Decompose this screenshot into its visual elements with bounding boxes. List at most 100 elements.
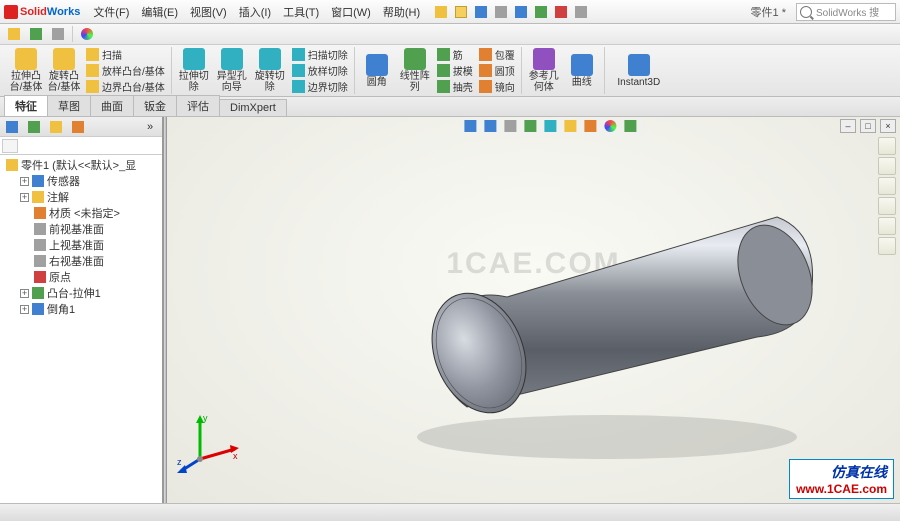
menu-insert[interactable]: 插入(I) [234,2,276,22]
tab-sheetmetal[interactable]: 钣金 [133,95,177,116]
dome-button[interactable]: 圆顶 [477,63,517,78]
plane-icon [34,239,46,251]
linear-pattern-button[interactable]: 线性阵列 [397,47,433,95]
coordinate-triad[interactable]: y x z [175,409,245,479]
tab-evaluate[interactable]: 评估 [176,95,220,116]
qat-print-icon[interactable] [493,4,509,20]
boundary-cut-button[interactable]: 边界切除 [290,79,350,94]
qb-assembly-icon[interactable] [6,26,22,42]
menu-edit[interactable]: 编辑(E) [136,2,183,22]
tab-sketch[interactable]: 草图 [47,95,91,116]
sweep-button[interactable]: 扫描 [84,47,167,62]
instant3d-button[interactable]: Instant3D [609,47,669,95]
sb-expand-icon[interactable]: » [142,119,158,135]
menu-file[interactable]: 文件(F) [88,2,134,22]
tree-item-sensors[interactable]: +传感器 [2,173,160,189]
wrap-button[interactable]: 包覆 [477,47,517,62]
tab-surface[interactable]: 曲面 [90,95,134,116]
qat-rebuild-icon[interactable] [553,4,569,20]
rib-button[interactable]: 筋 [435,47,475,62]
qat-select-icon[interactable] [533,4,549,20]
sb-icon-4[interactable] [70,119,86,135]
expand-icon[interactable]: + [20,193,29,202]
menu-tools[interactable]: 工具(T) [278,2,324,22]
expand-icon[interactable]: + [20,177,29,186]
view-orient-icon[interactable] [544,120,560,136]
window-buttons: – □ × [840,119,896,133]
app-title: SolidWorks [20,6,80,18]
scene-icon[interactable] [624,120,640,136]
appearance-icon[interactable] [604,120,620,136]
tree-item-extrude[interactable]: +凸台-拉伸1 [2,285,160,301]
model-cylinder[interactable] [357,177,837,477]
boundary-button[interactable]: 边界凸台/基体 [84,79,167,94]
taskpane-custom-icon[interactable] [878,237,896,255]
app-logo: SolidWorks [4,5,80,19]
zoom-area-icon[interactable] [484,120,500,136]
fillet-button[interactable]: 圆角 [359,47,395,95]
tree-item-annotations[interactable]: +注解 [2,189,160,205]
tree-item-front-plane[interactable]: 前视基准面 [2,221,160,237]
extrude-cut-button[interactable]: 拉伸切除 [176,47,212,95]
maximize-button[interactable]: □ [860,119,876,133]
loft-cut-button[interactable]: 放样切除 [290,63,350,78]
sb-icon-2[interactable] [26,119,42,135]
revolve-boss-button[interactable]: 旋转凸台/基体 [46,47,82,95]
svg-text:z: z [177,457,182,467]
feature-tree[interactable]: 零件1 (默认<<默认>_显 +传感器 +注解 材质 <未指定> 前视基准面 上… [0,155,162,503]
close-button[interactable]: × [880,119,896,133]
revolve-cut-button[interactable]: 旋转切除 [252,47,288,95]
tree-item-right-plane[interactable]: 右视基准面 [2,253,160,269]
tree-item-chamfer[interactable]: +倒角1 [2,301,160,317]
svg-text:y: y [203,413,208,423]
menu-help[interactable]: 帮助(H) [378,2,425,22]
expand-icon[interactable]: + [20,289,29,298]
qb-part-icon[interactable] [28,26,44,42]
qat-open-icon[interactable] [453,4,469,20]
taskpane-view-icon[interactable] [878,197,896,215]
reference-geometry-button[interactable]: 参考几何体 [526,47,562,95]
tab-dimxpert[interactable]: DimXpert [219,99,287,116]
qb-appearance-icon[interactable] [79,26,95,42]
qb-arrow-icon[interactable] [50,26,66,42]
menu-view[interactable]: 视图(V) [185,2,232,22]
taskpane-design-icon[interactable] [878,157,896,175]
expand-icon[interactable]: + [20,305,29,314]
hide-show-icon[interactable] [584,120,600,136]
extrude-boss-button[interactable]: 拉伸凸台/基体 [8,47,44,95]
taskpane-appear-icon[interactable] [878,217,896,235]
qat-undo-icon[interactable] [513,4,529,20]
zoom-fit-icon[interactable] [464,120,480,136]
tree-item-origin[interactable]: 原点 [2,269,160,285]
quick-access-toolbar [433,4,589,20]
shell-button[interactable]: 抽壳 [435,79,475,94]
curves-button[interactable]: 曲线 [564,47,600,95]
taskpane-file-icon[interactable] [878,177,896,195]
section-icon[interactable] [524,120,540,136]
viewport[interactable]: – □ × 1CAE.COM [167,117,900,503]
tree-item-top-plane[interactable]: 上视基准面 [2,237,160,253]
menu-window[interactable]: 窗口(W) [326,2,376,22]
prev-view-icon[interactable] [504,120,520,136]
sb-tab-1[interactable] [2,139,18,153]
display-style-icon[interactable] [564,120,580,136]
hole-wizard-button[interactable]: 异型孔向导 [214,47,250,95]
qat-new-icon[interactable] [433,4,449,20]
tab-features[interactable]: 特征 [4,95,48,116]
sb-icon-3[interactable] [48,119,64,135]
tree-root-item[interactable]: 零件1 (默认<<默认>_显 [2,157,160,173]
svg-text:x: x [233,451,238,461]
taskpane-home-icon[interactable] [878,137,896,155]
minimize-button[interactable]: – [840,119,856,133]
draft-button[interactable]: 拔模 [435,63,475,78]
qat-options-icon[interactable] [573,4,589,20]
search-input[interactable]: SolidWorks 搜 [796,3,896,21]
qat-save-icon[interactable] [473,4,489,20]
tree-item-material[interactable]: 材质 <未指定> [2,205,160,221]
loft-button[interactable]: 放样凸台/基体 [84,63,167,78]
sb-icon-1[interactable] [4,119,20,135]
mirror-button[interactable]: 镜向 [477,79,517,94]
sweep-cut-button[interactable]: 扫描切除 [290,47,350,62]
origin-icon [34,271,46,283]
part-icon [6,159,18,171]
